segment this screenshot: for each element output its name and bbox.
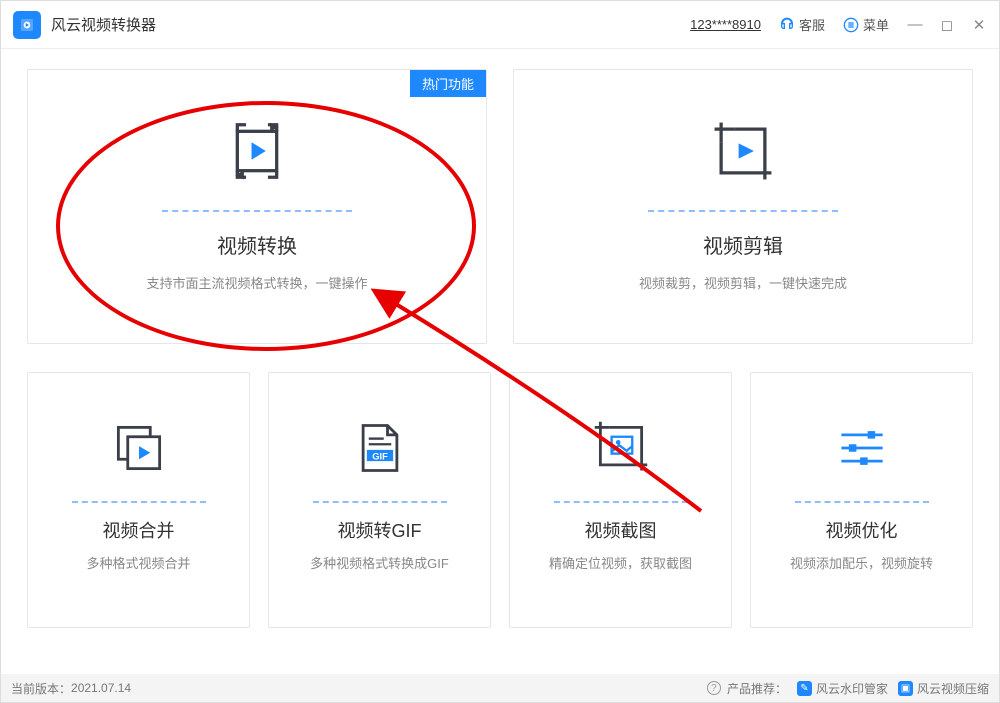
- convert-icon: [222, 112, 292, 190]
- optimize-icon: [832, 409, 892, 487]
- divider: [648, 210, 838, 212]
- help-icon[interactable]: ?: [707, 681, 721, 695]
- divider: [72, 501, 206, 503]
- recommend-label: 产品推荐：: [727, 680, 787, 697]
- app-logo: [13, 11, 41, 39]
- compress-icon: ▣: [898, 681, 913, 696]
- gif-title: 视频转GIF: [338, 517, 422, 543]
- card-video-convert[interactable]: 热门功能 视频转换 支持市面主流视频格式转换，一键操作: [27, 69, 487, 344]
- optimize-desc: 视频添加配乐，视频旋转: [790, 553, 933, 572]
- card-video-edit[interactable]: 视频剪辑 视频裁剪，视频剪辑，一键快速完成: [513, 69, 973, 344]
- minimize-button[interactable]: —: [907, 16, 923, 34]
- card-video-optimize[interactable]: 视频优化 视频添加配乐，视频旋转: [750, 372, 973, 628]
- screenshot-title: 视频截图: [585, 517, 657, 543]
- menu-list-icon: [843, 17, 859, 33]
- app-title: 风云视频转换器: [51, 14, 156, 35]
- merge-desc: 多种格式视频合并: [86, 553, 190, 572]
- merge-title: 视频合并: [103, 517, 175, 543]
- hot-badge: 热门功能: [410, 70, 486, 97]
- version-value: 2021.07.14: [71, 681, 131, 695]
- titlebar: 风云视频转换器 123****8910 客服 菜单 — ◻ ✕: [1, 1, 999, 49]
- divider: [162, 210, 352, 212]
- footer: 当前版本： 2021.07.14 ? 产品推荐： ✎ 风云水印管家 ▣ 风云视频…: [1, 674, 999, 702]
- maximize-button[interactable]: ◻: [939, 16, 955, 34]
- screenshot-desc: 精确定位视频，获取截图: [549, 553, 692, 572]
- rec1-label: 风云水印管家: [816, 680, 888, 697]
- convert-title: 视频转换: [217, 230, 297, 259]
- menu-button[interactable]: 菜单: [843, 15, 889, 34]
- optimize-title: 视频优化: [826, 517, 898, 543]
- gif-desc: 多种视频格式转换成GIF: [310, 553, 449, 572]
- edit-title: 视频剪辑: [703, 230, 783, 259]
- recommend-compress[interactable]: ▣ 风云视频压缩: [898, 680, 989, 697]
- rec2-label: 风云视频压缩: [917, 680, 989, 697]
- headset-icon: [779, 17, 795, 33]
- customer-service-button[interactable]: 客服: [779, 15, 825, 34]
- close-button[interactable]: ✕: [971, 16, 987, 34]
- menu-label: 菜单: [863, 15, 889, 34]
- convert-desc: 支持市面主流视频格式转换，一键操作: [146, 273, 367, 292]
- screenshot-icon: [591, 409, 651, 487]
- account-link[interactable]: 123****8910: [690, 17, 761, 32]
- card-video-screenshot[interactable]: 视频截图 精确定位视频，获取截图: [509, 372, 732, 628]
- divider: [313, 501, 447, 503]
- edit-icon: [708, 112, 778, 190]
- watermark-icon: ✎: [797, 681, 812, 696]
- gif-icon: GIF: [350, 409, 410, 487]
- svg-text:GIF: GIF: [372, 451, 388, 461]
- version-label: 当前版本：: [11, 680, 71, 697]
- recommend-watermark[interactable]: ✎ 风云水印管家: [797, 680, 888, 697]
- card-video-gif[interactable]: GIF 视频转GIF 多种视频格式转换成GIF: [268, 372, 491, 628]
- card-video-merge[interactable]: 视频合并 多种格式视频合并: [27, 372, 250, 628]
- service-label: 客服: [799, 15, 825, 34]
- divider: [795, 501, 929, 503]
- main-content: 热门功能 视频转换 支持市面主流视频格式转换，一键操作: [1, 49, 999, 642]
- merge-icon: [109, 409, 169, 487]
- edit-desc: 视频裁剪，视频剪辑，一键快速完成: [639, 273, 847, 292]
- divider: [554, 501, 688, 503]
